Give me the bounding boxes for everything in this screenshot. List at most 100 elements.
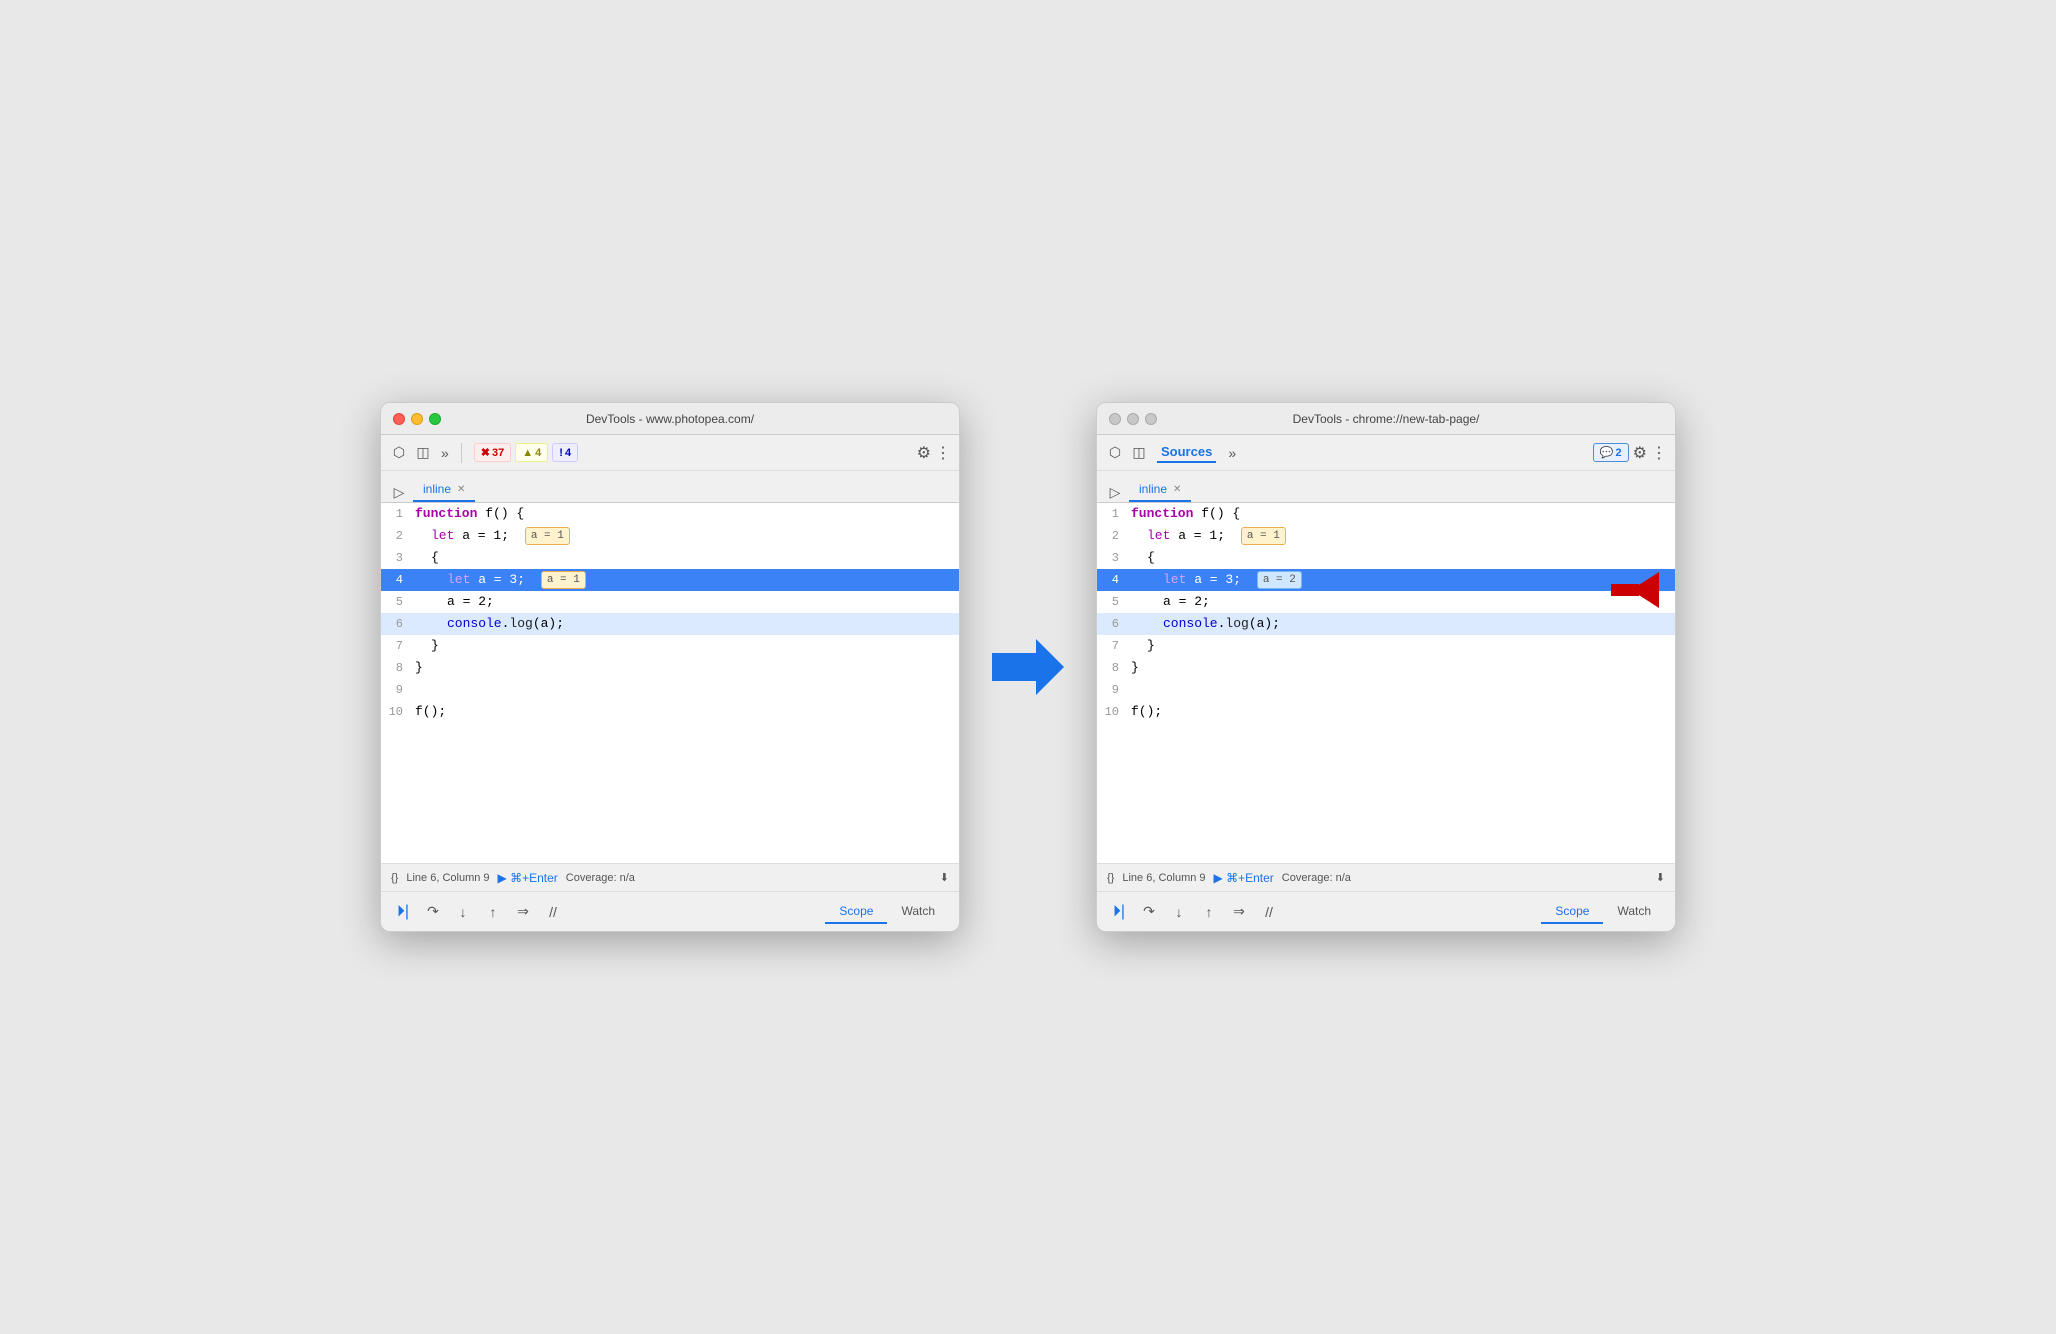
info-badge[interactable]: ! 4 <box>552 443 578 462</box>
error-icon: ✖ <box>481 446 490 459</box>
maximize-button[interactable] <box>429 413 441 425</box>
right-main-toolbar: ⬡ ◫ Sources » 💬 2 ⚙ ⋮ <box>1097 435 1675 471</box>
resume-button[interactable]: ⏵| <box>391 900 415 924</box>
error-badge[interactable]: ✖ 37 <box>474 443 511 462</box>
left-code-line-2: 2 let a = 1; a = 1 <box>381 525 959 547</box>
right-tabs-bar: ▷ inline ✕ <box>1097 471 1675 503</box>
left-coverage: Coverage: n/a <box>566 872 635 884</box>
right-badge-count: 2 <box>1616 447 1622 459</box>
left-position: Line 6, Column 9 <box>406 872 489 884</box>
sources-tab[interactable]: Sources <box>1157 442 1216 463</box>
left-editor[interactable]: 1 function f() { 2 let a = 1; a = 1 3 { … <box>381 503 959 863</box>
info-count: 4 <box>565 447 571 459</box>
left-run-button[interactable]: ▶ ⌘+Enter <box>498 871 558 885</box>
right-chat-badge[interactable]: 💬 2 <box>1593 443 1629 462</box>
right-inline-tab[interactable]: inline ✕ <box>1129 478 1191 502</box>
left-watch-tab[interactable]: Watch <box>887 900 949 924</box>
right-coverage: Coverage: n/a <box>1282 872 1351 884</box>
left-window-title: DevTools - www.photopea.com/ <box>586 412 754 426</box>
right-maximize-button[interactable] <box>1145 413 1157 425</box>
left-main-toolbar: ⬡ ◫ » ✖ 37 ▲ 4 ! 4 ⚙ ⋮ <box>381 435 959 471</box>
left-inline-tab[interactable]: inline ✕ <box>413 478 475 502</box>
left-devtools-window: DevTools - www.photopea.com/ ⬡ ◫ » ✖ 37 … <box>380 402 960 932</box>
right-more-options-icon[interactable]: ⋮ <box>1651 443 1667 463</box>
left-traffic-lights <box>393 413 441 425</box>
right-format-icon[interactable]: {} <box>1107 872 1114 884</box>
left-tabs-bar: ▷ inline ✕ <box>381 471 959 503</box>
right-step-out-button[interactable]: ↑ <box>1197 900 1221 924</box>
warn-badge[interactable]: ▲ 4 <box>515 443 548 462</box>
right-status-bar: {} Line 6, Column 9 ▶ ⌘+Enter Coverage: … <box>1097 863 1675 891</box>
format-icon[interactable]: {} <box>391 872 398 884</box>
left-titlebar: DevTools - www.photopea.com/ <box>381 403 959 435</box>
left-debug-tabs: Scope Watch <box>825 900 949 924</box>
error-count: 37 <box>492 447 504 459</box>
right-settings-icon[interactable]: ⚙ <box>1633 443 1647 463</box>
right-resume-button[interactable]: ⏵| <box>1107 900 1131 924</box>
right-editor[interactable]: 1 function f() { 2 let a = 1; a = 1 3 { … <box>1097 503 1675 863</box>
more-tools-button[interactable]: » <box>437 443 453 463</box>
left-code-line-10: 10 f(); <box>381 701 959 723</box>
settings-icon[interactable]: ⚙ <box>917 443 931 463</box>
right-tab-close[interactable]: ✕ <box>1173 484 1181 495</box>
chat-icon: 💬 <box>1600 446 1614 459</box>
right-device-icon[interactable]: ◫ <box>1129 443 1149 463</box>
right-code-line-8: 8 } <box>1097 657 1675 679</box>
close-button[interactable] <box>393 413 405 425</box>
right-run-snippet-icon[interactable]: ▷ <box>1105 482 1125 502</box>
right-scope-tab[interactable]: Scope <box>1541 900 1603 924</box>
right-editor-padding <box>1097 723 1675 863</box>
right-run-button[interactable]: ▶ ⌘+Enter <box>1214 871 1274 885</box>
right-deactivate-button[interactable]: // <box>1257 900 1281 924</box>
badge-group: ✖ 37 ▲ 4 ! 4 <box>474 443 578 462</box>
right-tab-label: inline <box>1139 482 1167 496</box>
left-scope-tab[interactable]: Scope <box>825 900 887 924</box>
right-more-tools[interactable]: » <box>1224 443 1240 463</box>
right-close-button[interactable] <box>1109 413 1121 425</box>
right-step-into-button[interactable]: ↓ <box>1167 900 1191 924</box>
right-cursor-icon[interactable]: ⬡ <box>1105 443 1125 463</box>
left-code-line-1: 1 function f() { <box>381 503 959 525</box>
cursor-icon[interactable]: ⬡ <box>389 443 409 463</box>
right-code-line-4: 4 let a = 3; a = 2 <box>1097 569 1675 591</box>
right-scroll-btn[interactable]: ⬇ <box>1656 871 1665 884</box>
warn-icon: ▲ <box>522 447 533 459</box>
left-tab-label: inline <box>423 482 451 496</box>
minimize-button[interactable] <box>411 413 423 425</box>
right-debug-tabs: Scope Watch <box>1541 900 1665 924</box>
left-status-bar: {} Line 6, Column 9 ▶ ⌘+Enter Coverage: … <box>381 863 959 891</box>
right-step-button[interactable]: ⇒ <box>1227 900 1251 924</box>
arrow-shape <box>992 639 1064 695</box>
left-code-line-7: 7 } <box>381 635 959 657</box>
left-scroll-btn[interactable]: ⬇ <box>940 871 949 884</box>
right-watch-tab[interactable]: Watch <box>1603 900 1665 924</box>
right-debug-toolbar: ⏵| ↷ ↓ ↑ ⇒ // Scope Watch <box>1097 891 1675 931</box>
left-code-line-6: 6 console.log(a); <box>381 613 959 635</box>
step-over-button[interactable]: ↷ <box>421 900 445 924</box>
right-position: Line 6, Column 9 <box>1122 872 1205 884</box>
right-devtools-window: DevTools - chrome://new-tab-page/ ⬡ ◫ So… <box>1096 402 1676 932</box>
arrow-head <box>1036 639 1064 695</box>
left-debug-toolbar: ⏵| ↷ ↓ ↑ ⇒ // Scope Watch <box>381 891 959 931</box>
info-icon: ! <box>559 447 563 459</box>
step-into-button[interactable]: ↓ <box>451 900 475 924</box>
right-code-line-9: 9 <box>1097 679 1675 701</box>
red-arrow-icon <box>1409 516 1659 644</box>
right-minimize-button[interactable] <box>1127 413 1139 425</box>
right-step-over-button[interactable]: ↷ <box>1137 900 1161 924</box>
left-code-line-3: 3 { <box>381 547 959 569</box>
warn-count: 4 <box>535 447 541 459</box>
left-code-line-4: 4 let a = 3; a = 1 <box>381 569 959 591</box>
step-button[interactable]: ⇒ <box>511 900 535 924</box>
scene: DevTools - www.photopea.com/ ⬡ ◫ » ✖ 37 … <box>340 362 1716 972</box>
arrow-body <box>992 653 1036 681</box>
deactivate-button[interactable]: // <box>541 900 565 924</box>
left-code-line-9: 9 <box>381 679 959 701</box>
right-titlebar: DevTools - chrome://new-tab-page/ <box>1097 403 1675 435</box>
right-traffic-lights <box>1109 413 1157 425</box>
more-options-icon[interactable]: ⋮ <box>935 443 951 463</box>
run-snippet-icon[interactable]: ▷ <box>389 482 409 502</box>
step-out-button[interactable]: ↑ <box>481 900 505 924</box>
left-tab-close[interactable]: ✕ <box>457 484 465 495</box>
device-icon[interactable]: ◫ <box>413 443 433 463</box>
